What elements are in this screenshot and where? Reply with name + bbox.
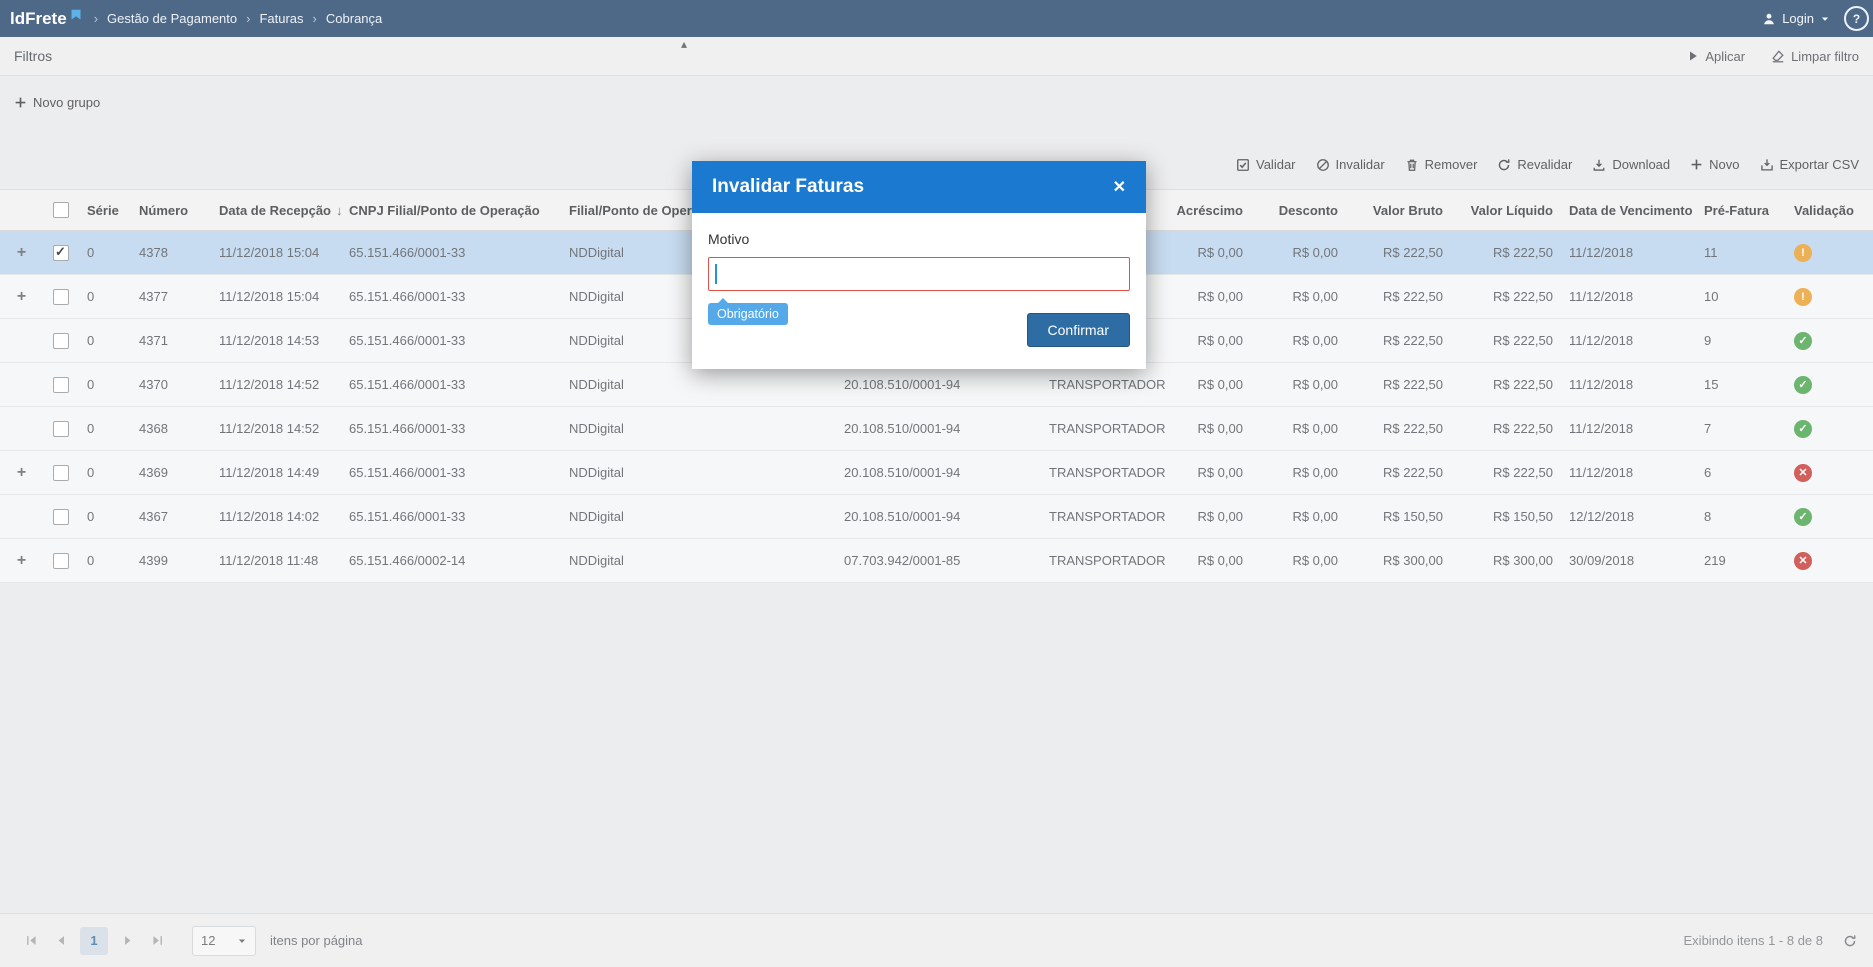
motivo-input-wrap [708,257,1130,291]
motivo-input[interactable] [708,257,1130,291]
required-tooltip: Obrigatório [708,298,788,325]
invalidate-modal: Invalidar Faturas ✕ Motivo Obrigatório C… [692,161,1146,369]
modal-body: Motivo Obrigatório Confirmar [692,213,1146,369]
modal-footer-row: Obrigatório Confirmar [708,291,1130,347]
modal-header: Invalidar Faturas ✕ [692,161,1146,213]
modal-title: Invalidar Faturas [712,176,865,197]
text-caret [715,264,717,284]
confirm-button[interactable]: Confirmar [1026,313,1130,347]
modal-overlay [0,0,1873,967]
motivo-label: Motivo [708,231,750,247]
app-root: ldFrete › Gestão de Pagamento › Faturas › Cob… [0,0,1873,967]
close-icon[interactable]: ✕ [1113,177,1126,197]
